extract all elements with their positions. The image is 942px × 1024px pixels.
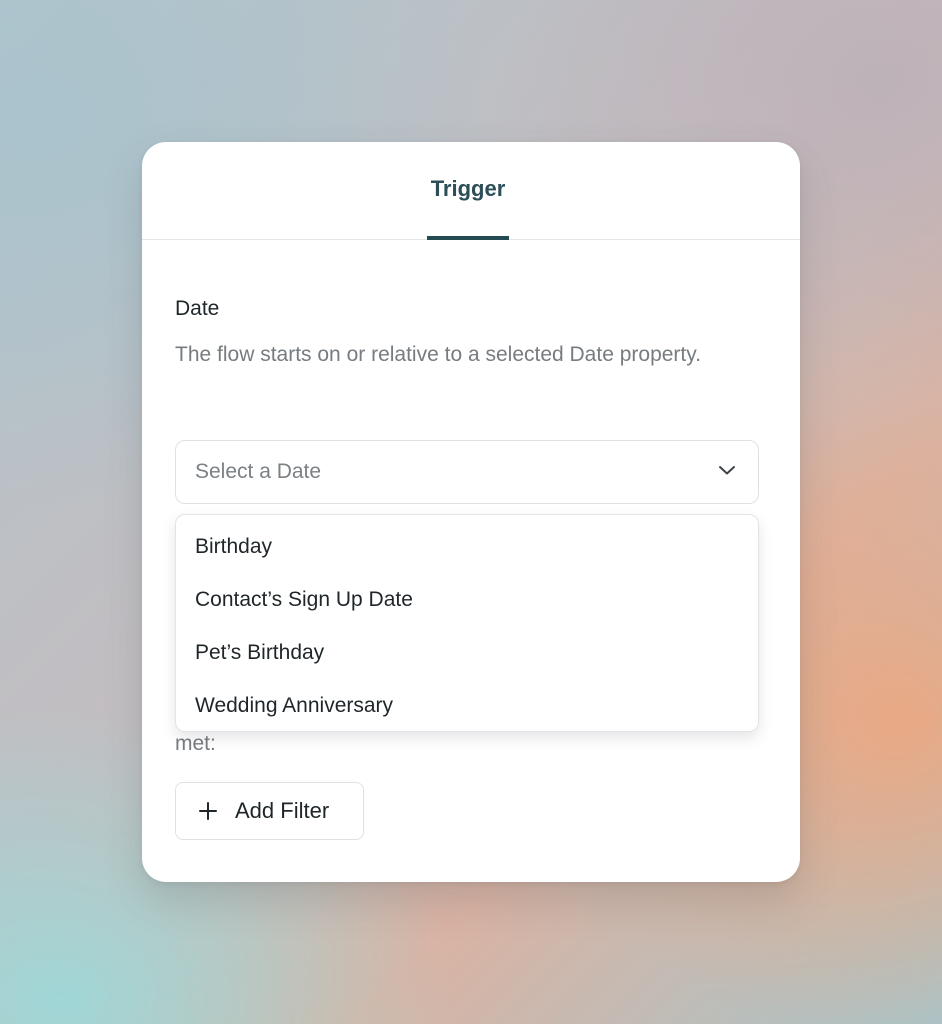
add-filter-button[interactable]: Add Filter	[175, 782, 364, 840]
dropdown-option-birthday[interactable]: Birthday	[195, 535, 272, 559]
section-title: Date	[175, 297, 220, 320]
trigger-panel: Trigger Date The flow starts on or relat…	[142, 142, 800, 882]
filter-description-partial: met:	[175, 732, 216, 755]
active-tab-indicator	[427, 236, 509, 240]
chevron-down-icon	[719, 466, 735, 475]
section-description: The flow starts on or relative to a sele…	[175, 343, 702, 366]
tab-trigger[interactable]: Trigger	[427, 176, 509, 202]
date-dropdown-menu: Birthday Contact’s Sign Up Date Pet’s Bi…	[175, 514, 759, 732]
date-select-placeholder: Select a Date	[195, 460, 322, 483]
add-filter-label: Add Filter	[235, 798, 330, 823]
tab-bar: Trigger	[142, 142, 800, 240]
dropdown-option-contact-sign-up-date[interactable]: Contact’s Sign Up Date	[195, 588, 413, 612]
dropdown-option-pets-birthday[interactable]: Pet’s Birthday	[195, 641, 324, 665]
date-select[interactable]: Select a Date	[175, 440, 759, 504]
dropdown-option-wedding-anniversary[interactable]: Wedding Anniversary	[195, 694, 393, 718]
plus-icon	[199, 802, 217, 820]
